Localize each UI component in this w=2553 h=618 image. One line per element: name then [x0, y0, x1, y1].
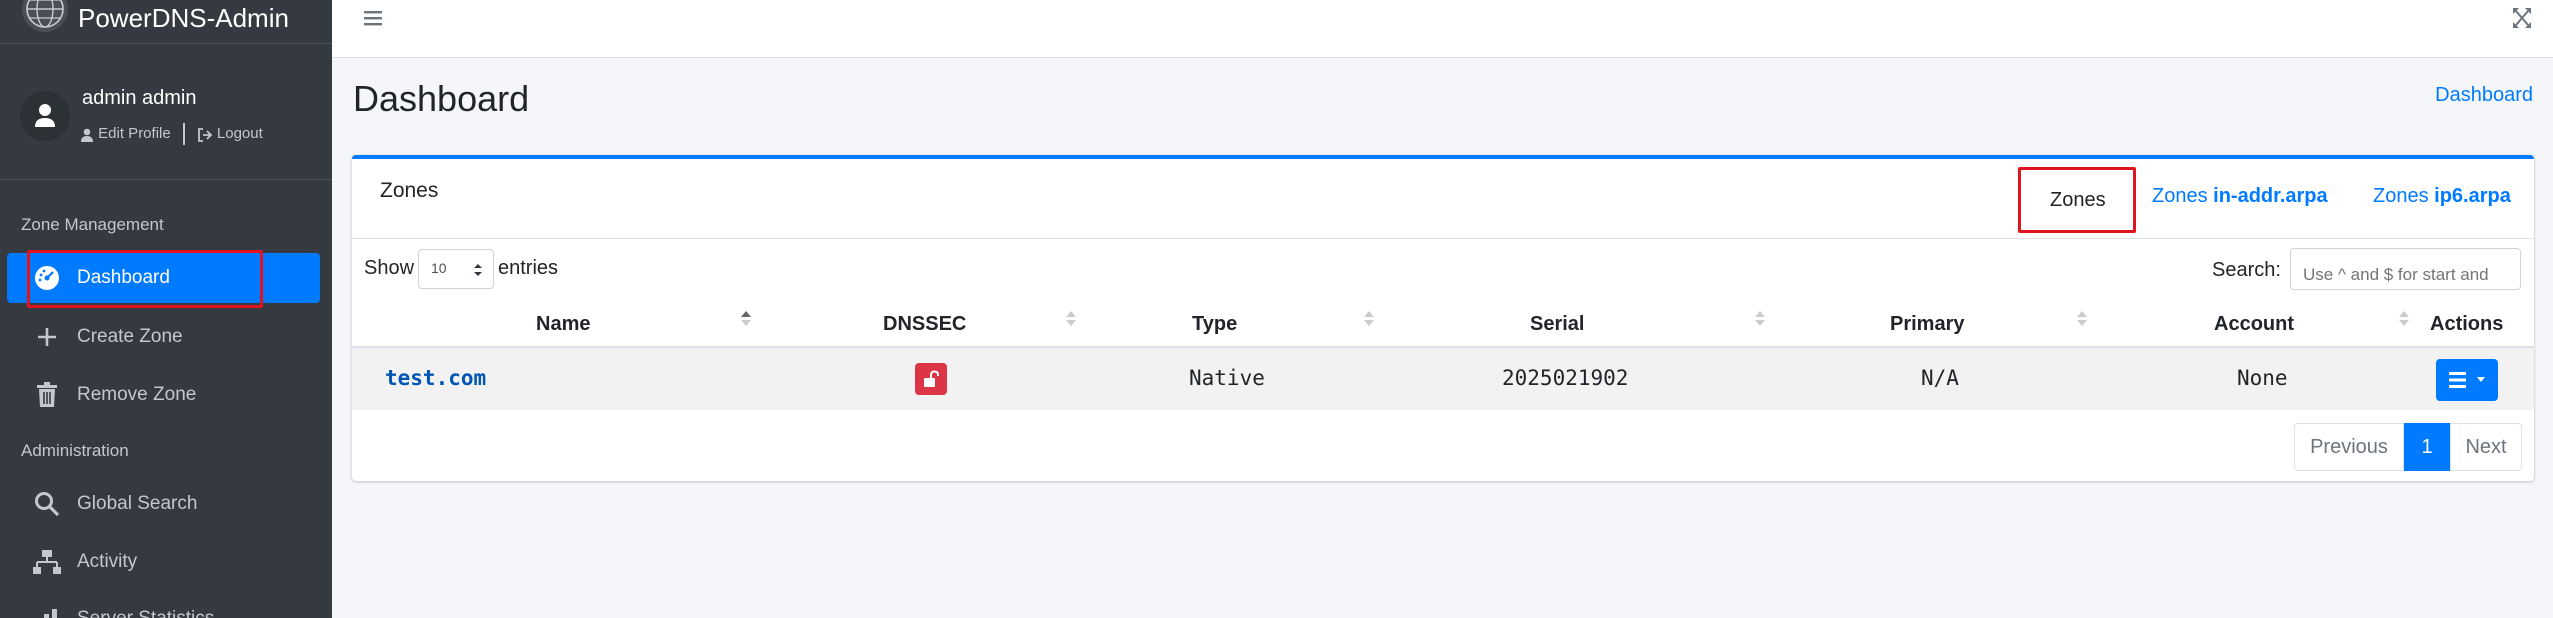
page-length-select[interactable]: 10 [418, 249, 494, 289]
sort-icon [1065, 309, 1077, 332]
sidebar-item-activity[interactable]: Activity [7, 537, 320, 587]
table-row: test.com Native 2025021902 N/A None [352, 348, 2534, 410]
trash-icon [29, 377, 65, 413]
page-length-value: 10 [431, 260, 447, 276]
zone-serial: 2025021902 [1502, 366, 1629, 390]
sidebar-item-remove-zone[interactable]: Remove Zone [7, 370, 320, 420]
table-header: Name DNSSEC Type Serial Primary Account … [352, 303, 2534, 348]
next-page-button[interactable]: Next [2450, 423, 2522, 471]
sidebar-item-label: Create Zone [77, 326, 183, 347]
dnssec-button[interactable] [915, 363, 947, 395]
edit-profile-label: Edit Profile [98, 125, 171, 143]
unlock-icon [924, 370, 939, 387]
tab-label-bold: ip6.arpa [2434, 185, 2511, 207]
sidebar-item-label: Global Search [77, 493, 198, 514]
avatar [20, 91, 70, 141]
brand-title: PowerDNS-Admin [78, 3, 289, 33]
sidebar-item-global-search[interactable]: Global Search [7, 479, 320, 529]
entries-label: entries [498, 257, 559, 279]
sort-asc-icon [740, 309, 752, 332]
zones-card: Zones Zones Zones in-addr.arpa Zones ip6… [352, 155, 2534, 481]
user-links: Edit Profile Logout [80, 123, 263, 145]
activity-icon [29, 544, 65, 580]
column-header-account[interactable]: Account [2214, 313, 2294, 336]
show-label: Show [364, 257, 415, 279]
edit-profile-link[interactable]: Edit Profile [80, 125, 171, 142]
sidebar-item-label: Activity [77, 551, 138, 572]
page-1-button[interactable]: 1 [2404, 423, 2450, 471]
tab-label-bold: in-addr.arpa [2213, 185, 2328, 207]
highlight-box-dashboard [27, 250, 263, 308]
actions-dropdown-button[interactable] [2436, 359, 2498, 401]
zone-type: Native [1189, 366, 1265, 390]
zone-name-link[interactable]: test.com [385, 366, 486, 390]
sidebar: PowerDNS-Admin admin admin Edit Profile [0, 0, 332, 618]
sort-icon [1363, 309, 1375, 332]
highlight-box-zones-tab [2018, 167, 2136, 233]
previous-page-button[interactable]: Previous [2294, 423, 2404, 471]
chart-icon [29, 601, 65, 618]
column-header-primary[interactable]: Primary [1890, 313, 1965, 336]
user-panel: admin admin Edit Profile Logout [0, 75, 332, 180]
search-input[interactable] [2290, 248, 2521, 290]
sidebar-item-create-zone[interactable]: Create Zone [7, 312, 320, 362]
zone-primary: N/A [1921, 366, 1959, 390]
sidebar-item-label: Server Statistics [77, 608, 214, 618]
user-name: admin admin [82, 87, 197, 109]
sort-icon [2076, 309, 2088, 332]
search-label: Search: [2212, 259, 2281, 281]
list-icon [2449, 372, 2466, 375]
column-header-serial[interactable]: Serial [1530, 313, 1584, 336]
column-header-type[interactable]: Type [1192, 313, 1237, 336]
column-header-actions: Actions [2430, 313, 2504, 335]
sidebar-item-server-statistics[interactable]: Server Statistics [7, 594, 320, 618]
pagination: Previous 1 Next [2294, 423, 2522, 471]
sign-out-icon [197, 127, 212, 142]
page-title: Dashboard [353, 78, 530, 119]
column-header-dnssec[interactable]: DNSSEC [883, 313, 966, 336]
zone-account: None [2237, 366, 2288, 390]
globe-icon [22, 0, 68, 32]
search-icon [29, 486, 65, 522]
breadcrumb[interactable]: Dashboard [2435, 84, 2533, 107]
sort-icon [2398, 309, 2410, 332]
logout-link[interactable]: Logout [197, 125, 263, 142]
card-title: Zones [380, 179, 439, 202]
top-navbar [332, 0, 2553, 58]
column-header-name[interactable]: Name [536, 313, 590, 336]
logout-label: Logout [216, 125, 263, 143]
user-icon [35, 104, 55, 127]
tab-zones-ip6-arpa[interactable]: Zones ip6.arpa [2373, 185, 2511, 208]
sidebar-item-label: Remove Zone [77, 384, 197, 405]
sort-icon [1754, 309, 1766, 332]
nav-header-administration: Administration [21, 441, 129, 460]
card-header: Zones Zones Zones in-addr.arpa Zones ip6… [352, 159, 2534, 239]
divider [182, 123, 185, 145]
tab-label: Zones [2373, 185, 2429, 207]
tab-zones-in-addr-arpa[interactable]: Zones in-addr.arpa [2152, 185, 2328, 208]
hamburger-menu-icon[interactable] [362, 4, 384, 39]
sort-updown-icon [473, 262, 483, 281]
tab-label: Zones [2152, 185, 2208, 207]
fullscreen-icon[interactable] [2511, 6, 2533, 35]
caret-down-icon [2477, 377, 2485, 382]
user-small-icon [81, 128, 93, 142]
brand[interactable]: PowerDNS-Admin [0, 0, 332, 44]
plus-icon [29, 319, 65, 355]
nav-header-zone-management: Zone Management [21, 215, 164, 234]
